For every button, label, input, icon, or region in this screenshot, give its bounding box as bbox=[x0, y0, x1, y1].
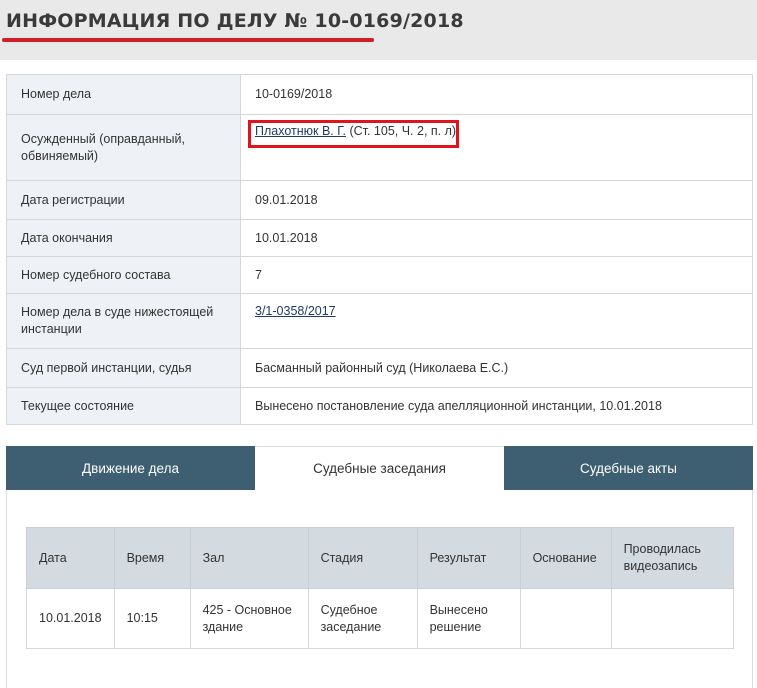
tab-case-movement[interactable]: Движение дела bbox=[6, 446, 255, 490]
case-info-label: Номер судебного состава bbox=[6, 256, 241, 294]
case-info-value: 10.01.2018 bbox=[240, 219, 753, 257]
case-info-value: Вынесено постановление суда апелляционно… bbox=[240, 387, 753, 425]
page-title: ИНФОРМАЦИЯ ПО ДЕЛУ № 10-0169/2018 bbox=[6, 10, 464, 32]
case-tabs: Движение дела Судебные заседания Судебны… bbox=[6, 446, 753, 490]
column-header-basis: Основание bbox=[519, 527, 612, 589]
case-info-label: Дата окончания bbox=[6, 219, 241, 257]
case-info-row: Текущее состояние Вынесено постановление… bbox=[6, 387, 753, 425]
column-header-result: Результат bbox=[416, 527, 521, 589]
case-info-label: Дата регистрации bbox=[6, 180, 241, 220]
sessions-header-row: Дата Время Зал Стадия Результат Основани… bbox=[26, 527, 735, 589]
defendant-highlight-box bbox=[248, 120, 459, 148]
page-header: ИНФОРМАЦИЯ ПО ДЕЛУ № 10-0169/2018 bbox=[0, 0, 757, 60]
case-info-value: 10-0169/2018 bbox=[240, 74, 753, 115]
lower-court-case-link[interactable]: 3/1-0358/2017 bbox=[255, 304, 336, 318]
column-header-date: Дата bbox=[26, 527, 115, 589]
case-info-label: Номер дела в суде нижестоящей инстанции bbox=[6, 293, 241, 349]
cell-result: Вынесено решение bbox=[416, 588, 521, 649]
case-info-row: Номер дела в суде нижестоящей инстанции … bbox=[6, 293, 753, 349]
cell-stage: Судебное заседание bbox=[307, 588, 418, 649]
case-info-value: Басманный районный суд (Николаева Е.С.) bbox=[240, 348, 753, 388]
case-info-row: Дата регистрации 09.01.2018 bbox=[6, 180, 753, 220]
case-info-value: 7 bbox=[240, 256, 753, 294]
table-row: 10.01.2018 10:15 425 - Основное здание С… bbox=[26, 588, 735, 649]
column-header-video: Проводилась видеозапись bbox=[610, 527, 735, 589]
case-info-value: 3/1-0358/2017 bbox=[240, 293, 753, 349]
cell-date: 10.01.2018 bbox=[26, 588, 115, 649]
cell-time: 10:15 bbox=[113, 588, 191, 649]
case-info-row: Суд первой инстанции, судья Басманный ра… bbox=[6, 348, 753, 388]
tab-court-acts[interactable]: Судебные акты bbox=[504, 446, 753, 490]
case-info-label: Номер дела bbox=[6, 74, 241, 115]
case-info-value: 09.01.2018 bbox=[240, 180, 753, 220]
sessions-table: Дата Время Зал Стадия Результат Основани… bbox=[26, 527, 735, 649]
case-info-row: Номер судебного состава 7 bbox=[6, 256, 753, 294]
cell-video bbox=[610, 588, 735, 649]
column-header-time: Время bbox=[113, 527, 191, 589]
title-underline bbox=[2, 38, 374, 42]
case-info-label: Текущее состояние bbox=[6, 387, 241, 425]
cell-hall: 425 - Основное здание bbox=[189, 588, 309, 649]
case-info-label: Осужденный (оправданный, обвиняемый) bbox=[6, 114, 241, 181]
tab-court-sessions[interactable]: Судебные заседания bbox=[255, 446, 504, 490]
case-info-row: Дата окончания 10.01.2018 bbox=[6, 219, 753, 257]
column-header-stage: Стадия bbox=[307, 527, 418, 589]
cell-basis bbox=[519, 588, 612, 649]
case-info-label: Суд первой инстанции, судья bbox=[6, 348, 241, 388]
column-header-hall: Зал bbox=[189, 527, 309, 589]
case-info-row: Номер дела 10-0169/2018 bbox=[6, 74, 753, 115]
